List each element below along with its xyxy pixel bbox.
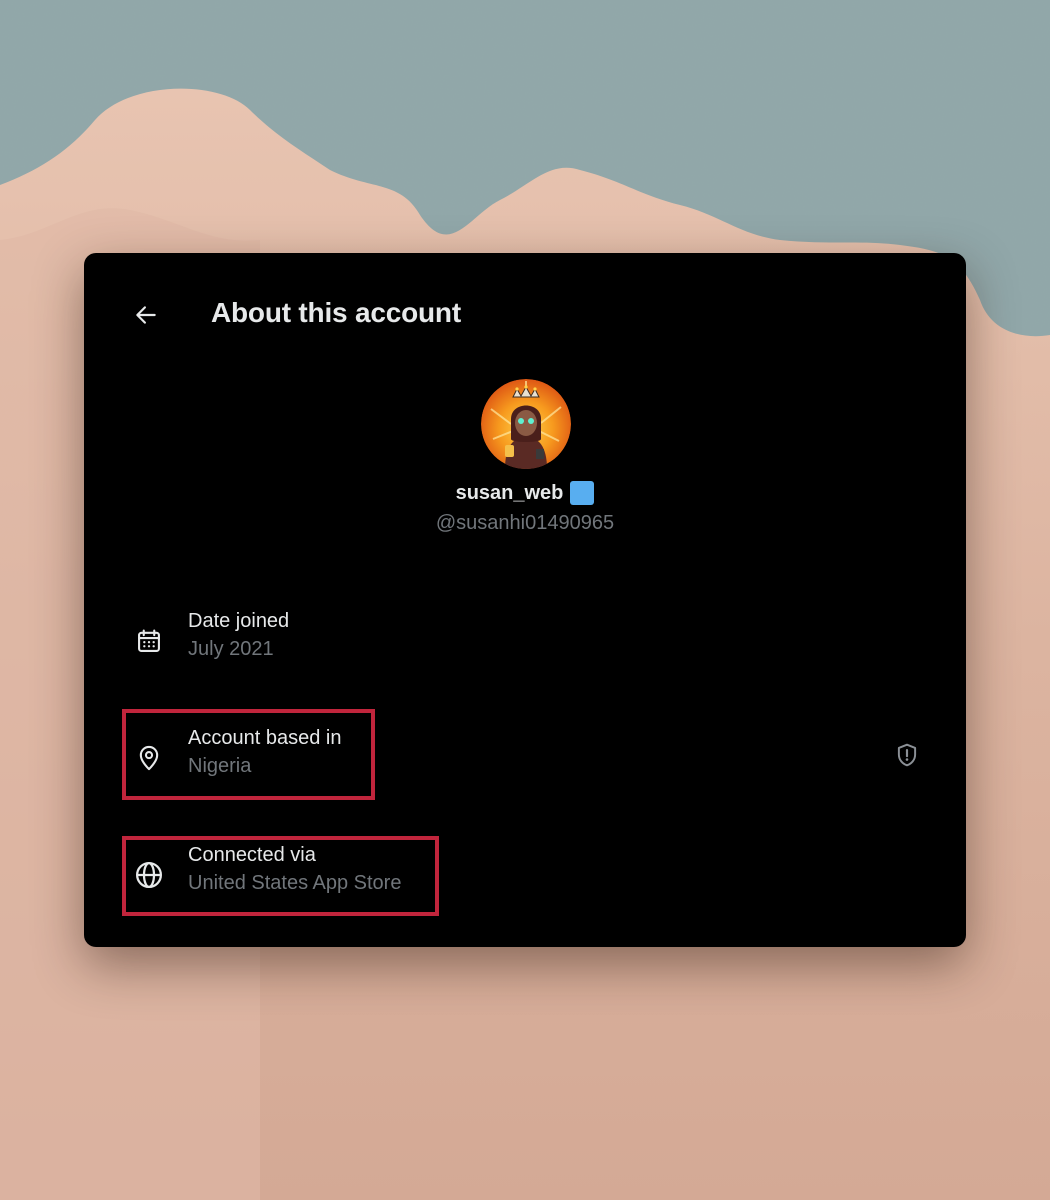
- calendar-icon: [132, 624, 166, 658]
- avatar-illustration: [481, 379, 571, 469]
- shield-alert-icon[interactable]: [892, 740, 922, 770]
- date-joined-value: July 2021: [188, 638, 274, 660]
- about-account-panel: About this account susan_web @susanhi014…: [84, 253, 966, 947]
- profile-handle: @susanhi01490965: [435, 512, 615, 534]
- back-arrow-icon: [136, 306, 156, 324]
- profile-name-row: susan_web: [84, 481, 966, 505]
- detail-row-date-joined: Date joined July 2021: [132, 610, 922, 670]
- verified-badge-icon: [570, 481, 595, 505]
- page-title: About this account: [211, 297, 461, 328]
- display-name: susan_web: [455, 481, 564, 504]
- highlight-box-account-based-in: [122, 709, 375, 800]
- back-button[interactable]: [124, 293, 168, 337]
- avatar[interactable]: [481, 379, 571, 469]
- date-joined-label: Date joined: [188, 610, 290, 632]
- highlight-box-connected-via: [122, 836, 439, 916]
